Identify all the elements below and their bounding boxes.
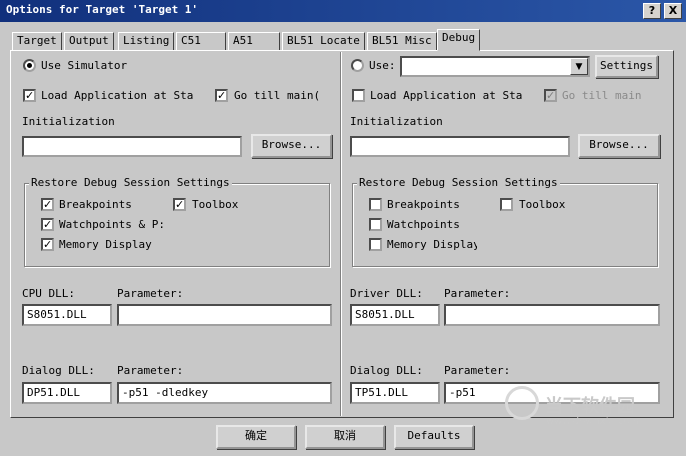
use-target-radio[interactable] (351, 59, 364, 72)
left-dialog-dll-label: Dialog DLL: (22, 364, 95, 377)
chevron-down-icon[interactable]: ▼ (570, 58, 588, 75)
right-initialization-label: Initialization (350, 115, 443, 128)
help-button[interactable]: ? (643, 3, 661, 19)
tab-target[interactable]: Target (12, 32, 62, 51)
left-go-till-main-label: Go till main( (234, 89, 321, 102)
right-memory-display-label: Memory Display (387, 238, 477, 251)
watermark-name: 当下软件园 (545, 396, 635, 417)
watermark-url: www.downxia.com (546, 416, 640, 427)
panel-divider (340, 52, 341, 416)
left-memory-display-label: Memory Display (59, 238, 152, 251)
close-button[interactable]: X (664, 3, 682, 19)
right-toolbox-checkbox[interactable] (500, 198, 513, 211)
driver-param-label: Parameter: (444, 287, 511, 300)
left-watchpoints-label: Watchpoints & P: (59, 218, 165, 231)
use-simulator-radio[interactable] (23, 59, 36, 72)
left-initialization-field[interactable] (22, 136, 242, 157)
left-go-till-main-checkbox[interactable]: ✓ (215, 89, 228, 102)
driver-param-field[interactable] (444, 304, 660, 326)
right-load-app-checkbox[interactable] (352, 89, 365, 102)
right-go-till-main-label: Go till main (562, 89, 642, 102)
left-load-app-label: Load Application at Sta (41, 89, 194, 102)
radio-dot (27, 63, 32, 68)
use-simulator-label: Use Simulator (41, 59, 128, 72)
target-driver-select[interactable] (400, 56, 590, 77)
cpu-param-label: Parameter: (117, 287, 184, 300)
right-breakpoints-checkbox[interactable] (369, 198, 382, 211)
tab-bl51-misc[interactable]: BL51 Misc (367, 32, 437, 51)
driver-dll-label: Driver DLL: (350, 287, 423, 300)
window-title: Options for Target 'Target 1' (6, 3, 199, 16)
tab-c51[interactable]: C51 (176, 32, 226, 51)
left-breakpoints-checkbox[interactable]: ✓ (41, 198, 54, 211)
right-go-till-main-checkbox[interactable]: ✓ (544, 89, 557, 102)
right-load-app-label: Load Application at Sta (370, 89, 523, 102)
right-memory-display-checkbox[interactable] (369, 238, 382, 251)
right-browse-button[interactable]: Browse... (578, 134, 660, 158)
right-initialization-field[interactable] (350, 136, 570, 157)
use-label: Use: (369, 59, 396, 72)
left-watchpoints-checkbox[interactable]: ✓ (41, 218, 54, 231)
left-load-app-checkbox[interactable]: ✓ (23, 89, 36, 102)
right-breakpoints-label: Breakpoints (387, 198, 460, 211)
defaults-button[interactable]: Defaults (394, 425, 474, 449)
right-dialog-dll-label: Dialog DLL: (350, 364, 423, 377)
left-restore-legend: Restore Debug Session Settings (29, 176, 232, 189)
right-toolbox-label: Toolbox (519, 198, 566, 211)
cancel-button[interactable]: 取消 (305, 425, 385, 449)
left-toolbox-checkbox[interactable]: ✓ (173, 198, 186, 211)
tab-debug[interactable]: Debug (437, 29, 481, 51)
left-dialog-param-label: Parameter: (117, 364, 184, 377)
left-dialog-dll-field[interactable]: DP51.DLL (22, 382, 112, 404)
cpu-dll-label: CPU DLL: (22, 287, 75, 300)
right-watchpoints-label: Watchpoints (387, 218, 460, 231)
left-initialization-label: Initialization (22, 115, 115, 128)
cpu-dll-field[interactable]: S8051.DLL (22, 304, 112, 326)
left-toolbox-label: Toolbox (192, 198, 239, 211)
right-dialog-param-label: Parameter: (444, 364, 511, 377)
left-memory-display-checkbox[interactable]: ✓ (41, 238, 54, 251)
right-dialog-dll-field[interactable]: TP51.DLL (350, 382, 440, 404)
watermark-logo-icon (505, 386, 539, 420)
settings-button[interactable]: Settings (595, 55, 658, 78)
right-restore-legend: Restore Debug Session Settings (357, 176, 560, 189)
right-watchpoints-checkbox[interactable] (369, 218, 382, 231)
tab-listing[interactable]: Listing (118, 32, 175, 51)
tab-output[interactable]: Output (64, 32, 114, 51)
left-breakpoints-label: Breakpoints (59, 198, 132, 211)
driver-dll-field[interactable]: S8051.DLL (350, 304, 440, 326)
tab-bl51-locate[interactable]: BL51 Locate (282, 32, 365, 51)
ok-button[interactable]: 确定 (216, 425, 296, 449)
cpu-param-field[interactable] (117, 304, 332, 326)
left-dialog-param-field[interactable]: -p51 -dledkey (117, 382, 332, 404)
left-browse-button[interactable]: Browse... (251, 134, 332, 158)
tab-a51[interactable]: A51 (228, 32, 280, 51)
